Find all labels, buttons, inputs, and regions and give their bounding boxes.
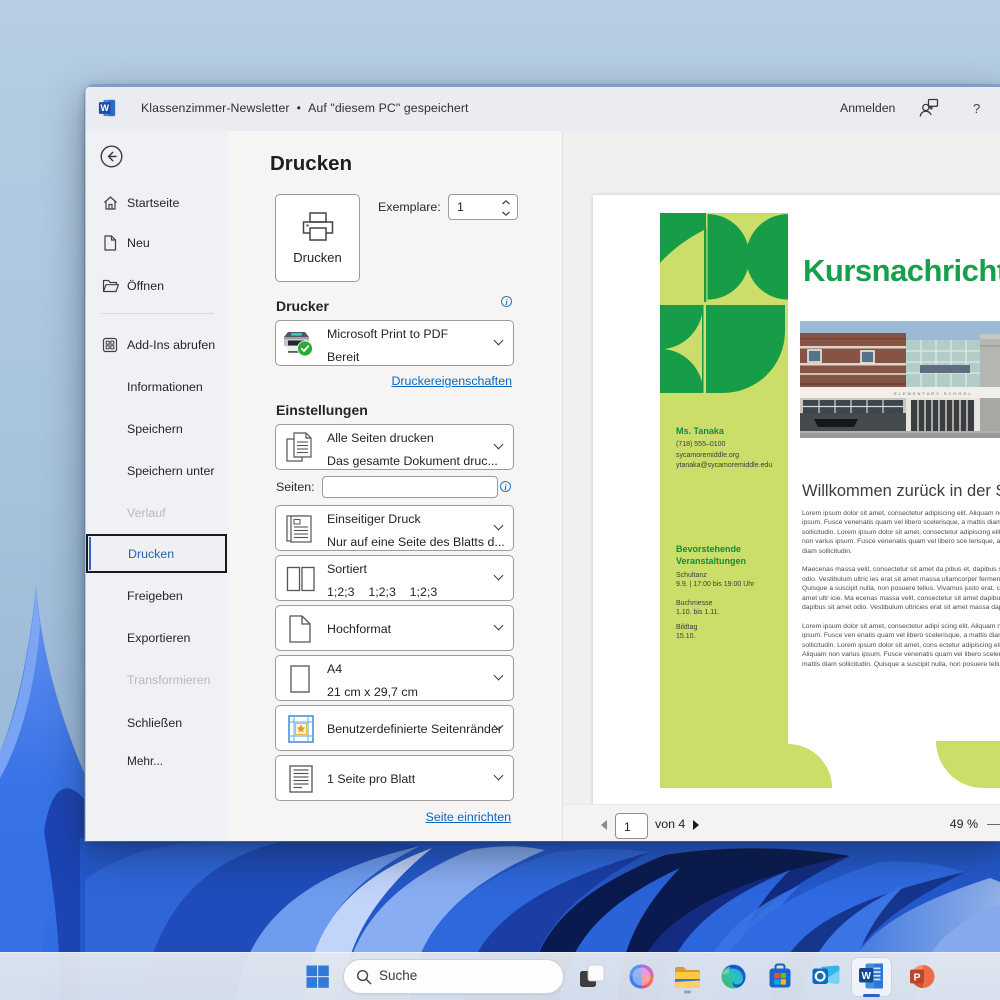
svg-text:P: P <box>913 972 920 984</box>
svg-text:ELEMENTARY SCHOOL: ELEMENTARY SCHOOL <box>894 391 973 396</box>
svg-text:W: W <box>101 103 110 113</box>
svg-text:W: W <box>861 971 871 982</box>
